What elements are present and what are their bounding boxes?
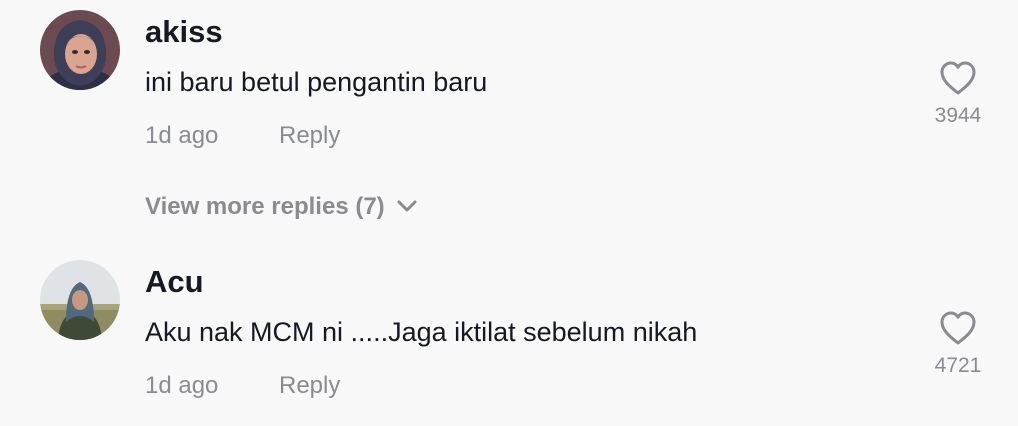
comment-username[interactable]: Acu xyxy=(145,264,204,300)
heart-icon xyxy=(940,311,976,345)
heart-icon xyxy=(940,61,976,95)
user-avatar-image xyxy=(40,260,120,340)
user-avatar-image xyxy=(40,10,120,90)
like-count: 4721 xyxy=(934,354,982,377)
view-more-replies-label: View more replies (7) xyxy=(145,193,385,220)
view-more-replies-button[interactable]: View more replies (7) xyxy=(145,192,417,222)
comment-username[interactable]: akiss xyxy=(145,14,223,50)
chevron-down-icon xyxy=(397,200,417,212)
comment-text: Aku nak MCM ni .....Jaga iktilat sebelum… xyxy=(145,317,698,347)
comment-list: akiss ini baru betul pengantin baru 1d a… xyxy=(0,0,1018,426)
reply-button[interactable]: Reply xyxy=(279,372,340,400)
comment-meta: 1d ago Reply xyxy=(145,122,340,150)
comment-timestamp: 1d ago xyxy=(145,122,219,149)
avatar[interactable] xyxy=(40,10,120,90)
like-count: 3944 xyxy=(934,104,982,127)
like-button[interactable]: 3944 xyxy=(918,60,998,128)
reply-button[interactable]: Reply xyxy=(279,122,340,150)
like-button[interactable]: 4721 xyxy=(918,310,998,378)
comment-text: ini baru betul pengantin baru xyxy=(145,67,488,97)
avatar[interactable] xyxy=(40,260,120,340)
comment-meta: 1d ago Reply xyxy=(145,372,340,400)
comment-timestamp: 1d ago xyxy=(145,372,219,399)
